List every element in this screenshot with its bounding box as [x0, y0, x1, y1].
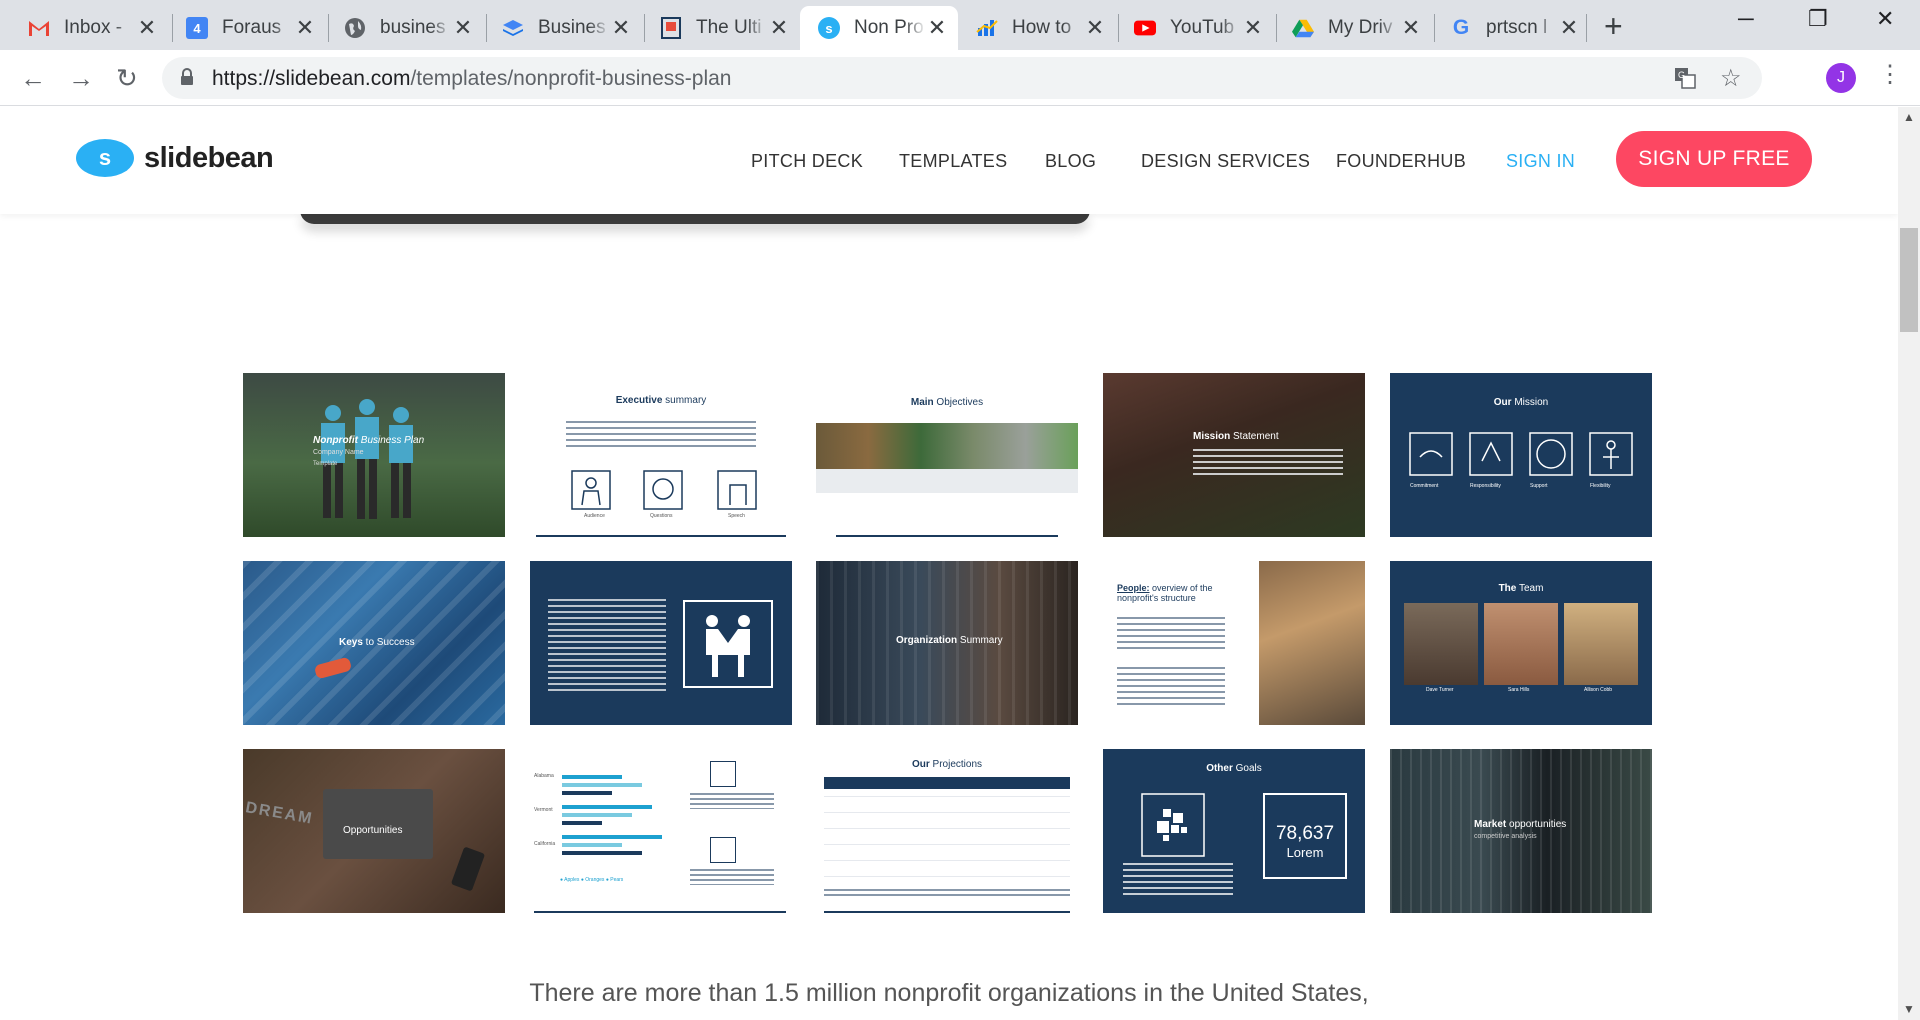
scroll-up-icon[interactable]: ▲ — [1903, 110, 1915, 124]
sign-up-button[interactable]: SIGN UP FREE — [1616, 131, 1812, 187]
tab-how-to[interactable]: How to ✕ — [958, 6, 1116, 50]
close-icon[interactable]: ✕ — [452, 15, 474, 41]
scroll-down-icon[interactable]: ▼ — [1903, 1002, 1915, 1016]
nav-blog[interactable]: BLOG — [1045, 151, 1096, 172]
close-icon[interactable]: ✕ — [136, 15, 158, 41]
globe-icon — [344, 17, 366, 39]
slide-thumb-organization-summary[interactable]: Organization Summary — [816, 561, 1078, 725]
browser-tab-strip: Inbox - ✕ 4 Foraus ✕ busines ✕ Busines ✕… — [0, 0, 1920, 50]
youtube-icon — [1134, 17, 1156, 39]
close-icon[interactable]: ✕ — [926, 15, 948, 41]
slide-thumb-people[interactable]: People: overview of the nonprofit's stru… — [1103, 561, 1365, 725]
close-icon[interactable]: ✕ — [1242, 15, 1264, 41]
slidebean-logo[interactable]: s slidebean — [76, 139, 274, 177]
slide-thumb-bar-chart[interactable]: Alabama Vermont California ● Apples ● Or… — [530, 749, 792, 913]
stack-icon — [502, 17, 524, 39]
slide-thumb-our-projections[interactable]: Our Projections — [816, 749, 1078, 913]
star-icon[interactable]: ☆ — [1720, 64, 1742, 93]
chart-icon — [976, 17, 998, 39]
url-text: https://slidebean.com/templates/nonprofi… — [212, 67, 732, 90]
close-icon[interactable]: ✕ — [610, 15, 632, 41]
nav-templates[interactable]: TEMPLATES — [899, 151, 1007, 172]
tab-business-1[interactable]: busines ✕ — [326, 6, 484, 50]
slide-thumb-executive-summary[interactable]: Executive summary Audience Questions Spe… — [530, 373, 792, 537]
address-bar[interactable]: https://slidebean.com/templates/nonprofi… — [162, 57, 1762, 99]
sign-in-link[interactable]: SIGN IN — [1506, 151, 1575, 172]
nav-founderhub[interactable]: FOUNDERHUB — [1336, 151, 1466, 172]
calendar-icon: 4 — [186, 17, 208, 39]
slide-thumb-the-team[interactable]: The Team Dave Turner Sara Hills Allison … — [1390, 561, 1652, 725]
site-header: s slidebean PITCH DECK TEMPLATES BLOG DE… — [0, 107, 1898, 214]
tab-the-ultimate[interactable]: The Ulti ✕ — [642, 6, 800, 50]
close-icon[interactable]: ✕ — [1400, 15, 1422, 41]
menu-kebab-icon[interactable]: ⋮ — [1878, 60, 1902, 89]
scrollbar-thumb[interactable] — [1900, 228, 1918, 332]
close-icon[interactable]: ✕ — [294, 15, 316, 41]
forward-icon[interactable]: → — [68, 63, 94, 93]
slide-thumb-market-opportunities[interactable]: Market opportunities competitive analysi… — [1390, 749, 1652, 913]
close-icon[interactable]: ✕ — [1084, 15, 1106, 41]
close-icon[interactable]: ✕ — [1558, 15, 1580, 41]
slide-thumb-other-goals[interactable]: Other Goals 78,637 Lorem — [1103, 749, 1365, 913]
slide-thumb-mission-statement[interactable]: Mission Statement — [1103, 373, 1365, 537]
tab-youtube[interactable]: YouTub ✕ — [1116, 6, 1274, 50]
logo-mark-icon: s — [76, 139, 134, 177]
tab-nonprofit-active[interactable]: s Non Pro ✕ — [800, 6, 958, 50]
slidebean-icon: s — [818, 17, 840, 39]
tab-my-drive[interactable]: My Driv ✕ — [1274, 6, 1432, 50]
slide-thumb-partnership[interactable] — [530, 561, 792, 725]
slide-thumb-keys-to-success[interactable]: Keys to Success — [243, 561, 505, 725]
restore-button[interactable]: ❐ — [1808, 6, 1828, 32]
slide-thumb-our-mission[interactable]: Our Mission Commitment Responsibility Su… — [1390, 373, 1652, 537]
profile-avatar[interactable]: J — [1826, 63, 1856, 93]
close-window-button[interactable]: ✕ — [1876, 6, 1894, 32]
browser-toolbar: ← → ↻ https://slidebean.com/templates/no… — [0, 50, 1920, 106]
lock-icon — [181, 68, 193, 85]
drive-icon — [1292, 17, 1314, 39]
new-tab-button[interactable]: + — [1604, 8, 1623, 44]
reload-icon[interactable]: ↻ — [116, 63, 138, 93]
slide-thumb-opportunities[interactable]: DREAM Opportunities — [243, 749, 505, 913]
doc-icon — [660, 17, 682, 39]
tab-business-2[interactable]: Busines ✕ — [484, 6, 642, 50]
translate-icon[interactable]: G — [1674, 67, 1696, 94]
close-icon[interactable]: ✕ — [768, 15, 790, 41]
google-icon: G — [1452, 16, 1470, 39]
slide-thumb-main-objectives[interactable]: Main Objectives — [816, 373, 1078, 537]
tab-inbox[interactable]: Inbox - ✕ — [10, 6, 168, 50]
back-icon[interactable]: ← — [20, 63, 46, 93]
tab-prtscn[interactable]: G prtscn l ✕ — [1432, 6, 1590, 50]
minimize-button[interactable]: ─ — [1738, 6, 1754, 32]
tab-foraus[interactable]: 4 Foraus ✕ — [168, 6, 326, 50]
nav-design-services[interactable]: DESIGN SERVICES — [1141, 151, 1310, 172]
intro-paragraph: There are more than 1.5 million nonprofi… — [529, 979, 1369, 1007]
page-viewport: s slidebean PITCH DECK TEMPLATES BLOG DE… — [0, 107, 1898, 1020]
svg-text:G: G — [1678, 70, 1685, 80]
nav-pitch-deck[interactable]: PITCH DECK — [751, 151, 863, 172]
gmail-icon — [28, 17, 50, 39]
slide-thumb-cover[interactable]: Nonprofit Business Plan Company Name Tem… — [243, 373, 505, 537]
